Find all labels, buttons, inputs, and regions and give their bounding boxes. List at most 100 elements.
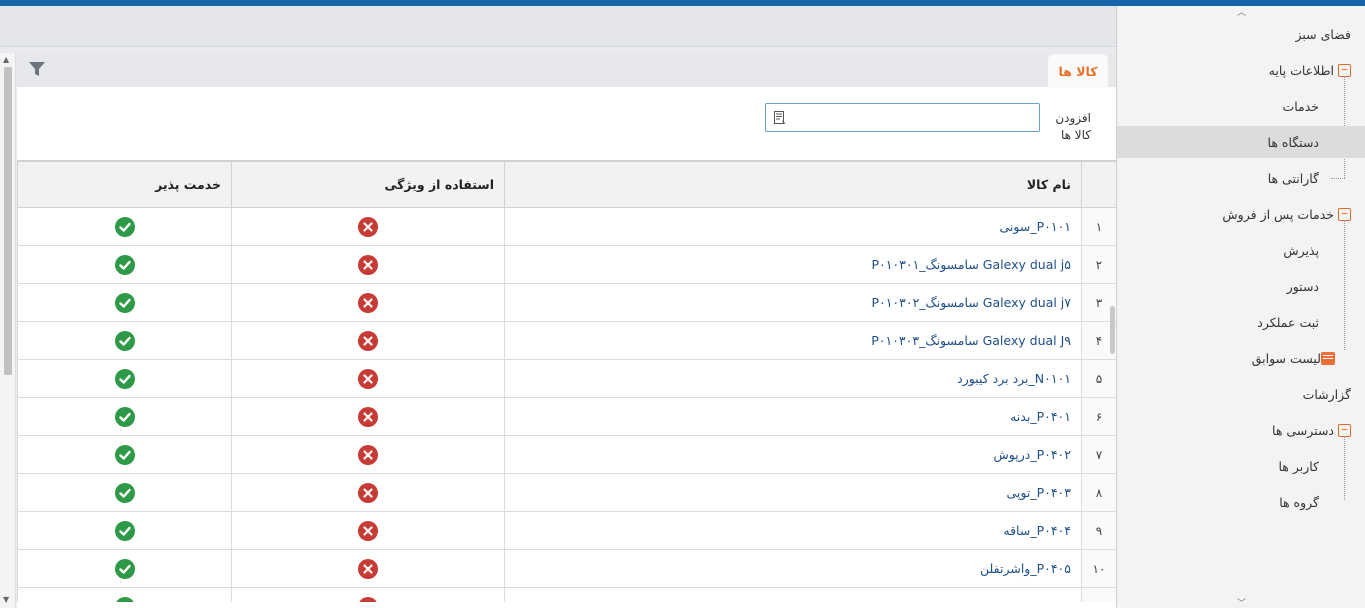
cross-icon — [358, 368, 378, 389]
service-cell — [17, 397, 232, 436]
service-cell — [17, 587, 232, 602]
table-row[interactable]: P۰۴۰۱_بدنه ۶ — [17, 397, 1116, 436]
row-number-cell: ۶ — [1081, 397, 1116, 436]
sidebar-item-basic-info[interactable]: − اطلاعات پایه — [1269, 54, 1351, 86]
cross-icon — [358, 406, 378, 427]
grid-scrollbar-thumb[interactable] — [1110, 306, 1115, 354]
row-number-cell: ۱ — [1081, 207, 1116, 246]
table-row[interactable]: P۰۱۰۱_سونی ۱ — [17, 207, 1116, 246]
sidebar-item-groups[interactable]: گروه ها — [1279, 486, 1319, 518]
table-row[interactable]: Galexy dual j۷ سامسونگ_P۰۱۰۳۰۲ ۳ — [17, 283, 1116, 322]
sidebar: ︿ فضای سبز − اطلاعات پایه خدمات دستگاه ه… — [1116, 6, 1365, 608]
sidebar-item-reports[interactable]: گزارشات — [1303, 378, 1351, 410]
scroll-up-icon[interactable]: ▲ — [3, 55, 9, 64]
cross-icon — [358, 330, 378, 351]
service-cell — [17, 549, 232, 588]
cross-icon — [358, 216, 378, 237]
table-row[interactable]: P۰۴۰۴_ساقه ۹ — [17, 511, 1116, 550]
check-icon — [114, 482, 135, 503]
sidebar-item-history-list[interactable]: لیست سوابق — [1252, 342, 1335, 374]
feature-cell — [231, 321, 505, 360]
product-name-cell[interactable]: P۰۴۰۴_ساقه — [504, 511, 1082, 550]
tab-bar: کالا ها — [17, 53, 1116, 88]
add-products-input[interactable] — [792, 106, 1032, 129]
feature-cell — [231, 283, 505, 322]
table-row[interactable]: N۰۱۰۱_برد برد کیبورد ۵ — [17, 359, 1116, 398]
row-number-cell: ۲ — [1081, 245, 1116, 284]
table-row[interactable]: P۰۴۰۲_درپوش ۷ — [17, 435, 1116, 474]
check-icon — [114, 444, 135, 465]
column-header-feature[interactable]: استفاده از ویژگی — [231, 161, 505, 208]
header-strip — [0, 6, 1116, 47]
product-name-cell[interactable]: N۰۱۰۱_برد برد کیبورد — [504, 359, 1082, 398]
table-row[interactable]: P۰۴۰۵_واشرتفلن ۱۰ — [17, 549, 1116, 588]
sidebar-item-performance[interactable]: ثبت عملکرد — [1257, 306, 1319, 338]
collapse-icon[interactable]: − — [1338, 423, 1351, 437]
row-number-cell: ۷ — [1081, 435, 1116, 474]
check-icon — [114, 558, 135, 579]
feature-cell — [231, 245, 505, 284]
product-name-cell[interactable]: Galexy dual J۹ سامسونگ_P۰۱۰۳۰۳ — [504, 321, 1082, 360]
check-icon — [114, 254, 135, 275]
product-name-cell[interactable]: P۰۴۰۱_بدنه — [504, 397, 1082, 436]
sidebar-item-reception[interactable]: پذیرش — [1283, 234, 1319, 266]
sidebar-scroll-down-icon[interactable]: ﹀ — [1117, 597, 1365, 608]
cross-icon — [358, 482, 378, 503]
column-header-service[interactable]: خدمت پذیر — [17, 161, 232, 208]
service-cell — [17, 473, 232, 512]
check-icon — [114, 216, 135, 237]
tab-products[interactable]: کالا ها — [1048, 54, 1108, 88]
add-products-label: افزودن کالا ها — [1055, 111, 1091, 142]
feature-cell — [231, 473, 505, 512]
feature-cell — [231, 207, 505, 246]
collapse-icon[interactable]: − — [1338, 63, 1351, 77]
row-number-cell — [1081, 587, 1116, 602]
feature-cell — [231, 511, 505, 550]
vertical-scrollbar[interactable]: ▲ ▼ — [0, 53, 16, 608]
cross-icon — [358, 292, 378, 313]
cross-icon — [358, 558, 378, 579]
history-icon — [1321, 351, 1335, 365]
scrollbar-thumb[interactable] — [4, 67, 12, 375]
sidebar-item-access[interactable]: − دسترسی ها — [1272, 414, 1351, 446]
service-cell — [17, 435, 232, 474]
feature-cell — [231, 435, 505, 474]
table-row[interactable]: Galexy dual J۹ سامسونگ_P۰۱۰۳۰۳ ۴ — [17, 321, 1116, 360]
product-name-cell[interactable]: P۰۴۰۲_درپوش — [504, 435, 1082, 474]
table-row[interactable]: Galexy dual j۵ سامسونگ_P۰۱۰۳۰۱ ۲ — [17, 245, 1116, 284]
document-search-icon[interactable] — [774, 111, 786, 125]
products-grid: خدمت پذیر استفاده از ویژگی نام کالا P۰۱۰… — [17, 160, 1116, 602]
product-name-cell[interactable]: Galexy dual j۵ سامسونگ_P۰۱۰۳۰۱ — [504, 245, 1082, 284]
collapse-icon[interactable]: − — [1338, 207, 1351, 221]
feature-cell — [231, 397, 505, 436]
product-name-cell[interactable] — [504, 587, 1082, 602]
table-row[interactable]: P۰۴۰۳_توپی ۸ — [17, 473, 1116, 512]
service-cell — [17, 207, 232, 246]
check-icon — [114, 292, 135, 313]
column-header-name[interactable]: نام کالا — [504, 161, 1082, 208]
product-name-cell[interactable]: P۰۱۰۱_سونی — [504, 207, 1082, 246]
sidebar-item-services[interactable]: خدمات — [1282, 90, 1319, 122]
sidebar-item-users[interactable]: کاربر ها — [1278, 450, 1319, 482]
service-cell — [17, 359, 232, 398]
table-row[interactable] — [17, 587, 1116, 602]
check-icon — [114, 520, 135, 541]
service-cell — [17, 511, 232, 550]
table-header-row: خدمت پذیر استفاده از ویژگی نام کالا — [17, 161, 1116, 208]
cross-icon — [358, 444, 378, 465]
sidebar-item-warranties[interactable]: گارانتی ها — [1268, 162, 1319, 194]
feature-cell — [231, 549, 505, 588]
filter-icon[interactable] — [28, 61, 46, 77]
sidebar-scroll-up-icon[interactable]: ︿ — [1117, 6, 1365, 18]
sidebar-item-after-sales[interactable]: − خدمات پس از فروش — [1222, 198, 1351, 230]
scroll-down-icon[interactable]: ▼ — [3, 595, 9, 604]
product-name-cell[interactable]: P۰۴۰۳_توپی — [504, 473, 1082, 512]
column-header-row-number — [1081, 161, 1116, 208]
sidebar-item-green-space[interactable]: فضای سبز — [1295, 18, 1351, 50]
add-products-field[interactable] — [765, 103, 1040, 132]
sidebar-item-devices[interactable]: دستگاه ها — [1117, 126, 1365, 158]
row-number-cell: ۹ — [1081, 511, 1116, 550]
product-name-cell[interactable]: Galexy dual j۷ سامسونگ_P۰۱۰۳۰۲ — [504, 283, 1082, 322]
sidebar-item-order[interactable]: دستور — [1287, 270, 1319, 302]
product-name-cell[interactable]: P۰۴۰۵_واشرتفلن — [504, 549, 1082, 588]
